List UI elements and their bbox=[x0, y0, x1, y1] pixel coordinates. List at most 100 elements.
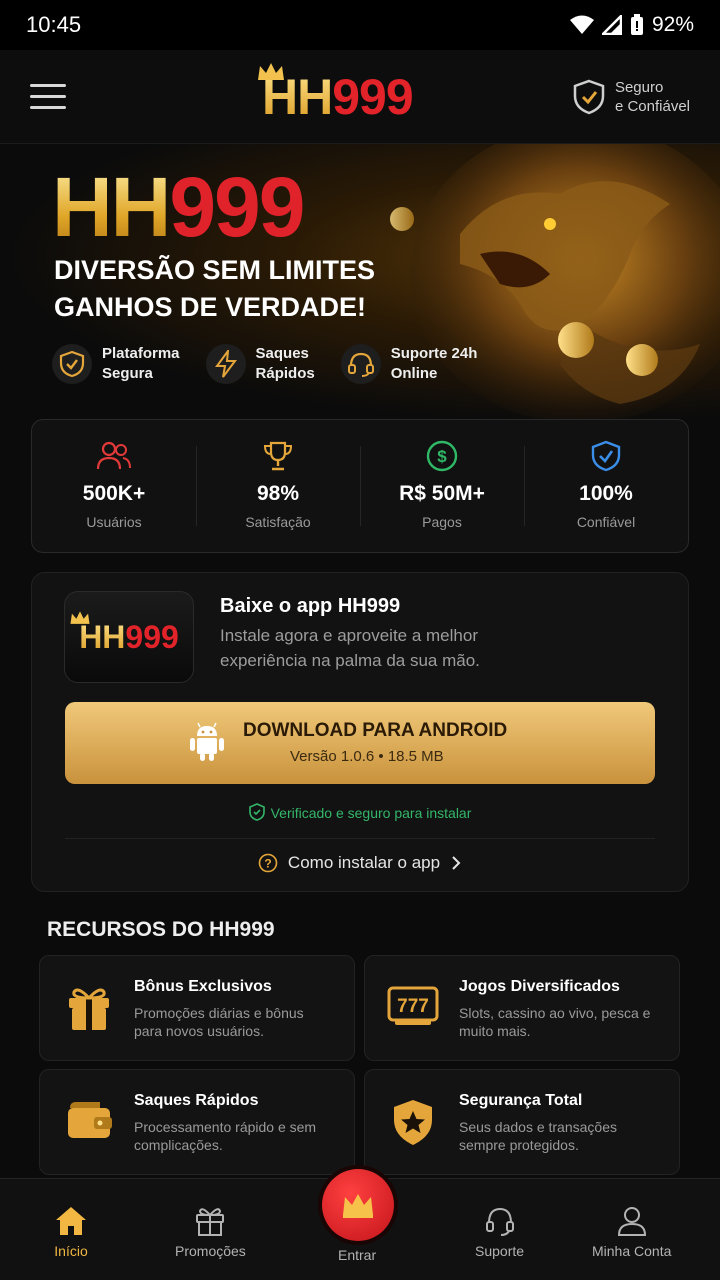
hero-features: Plataforma Segura Saques Rápidos Suporte 2… bbox=[52, 344, 477, 384]
stat-label: Satisfação bbox=[245, 514, 311, 530]
center-login-button[interactable] bbox=[322, 1169, 394, 1241]
verified-text: Verificado e seguro para instalar bbox=[270, 805, 472, 821]
hero-title: HH999 bbox=[52, 160, 305, 254]
users-icon bbox=[96, 441, 131, 470]
shield-icon bbox=[591, 440, 621, 472]
feature-desc: Slots, cassino ao vivo, pesca e muito ma… bbox=[459, 1005, 651, 1039]
download-label: DOWNLOAD PARA ANDROID bbox=[243, 720, 508, 741]
lightning-icon bbox=[205, 344, 246, 384]
verified-note: Verificado e seguro para instalar bbox=[32, 803, 688, 821]
app-description: Instale agora e aproveite a melhor exper… bbox=[220, 626, 480, 670]
features-section-title: RECURSOS DO HH999 bbox=[47, 918, 275, 941]
wifi-icon bbox=[569, 15, 594, 34]
feature-desc: Processamento rápido e sem complicações. bbox=[134, 1119, 317, 1153]
help-icon: ? bbox=[258, 853, 278, 873]
user-icon bbox=[617, 1207, 646, 1236]
battery-percent: 92% bbox=[651, 13, 694, 36]
nav-label: Minha Conta bbox=[592, 1243, 672, 1259]
download-version: Versão 1.0.6 • 18.5 MB bbox=[290, 748, 444, 765]
home-icon bbox=[56, 1207, 86, 1235]
hero-title-hh: HH bbox=[52, 160, 171, 254]
stat-satisfaction: 98% Satisfação bbox=[196, 420, 360, 552]
feature-card-bonus[interactable]: Bônus Exclusivos Promoções diárias e bôn… bbox=[39, 955, 355, 1061]
feature-line2: Rápidos bbox=[255, 365, 315, 382]
stat-label: Pagos bbox=[422, 514, 462, 530]
gift-icon bbox=[69, 988, 109, 1030]
app-icon: HH 999 bbox=[64, 591, 194, 683]
trophy-icon bbox=[263, 441, 293, 471]
nav-home[interactable]: Início bbox=[54, 1205, 88, 1259]
headset-icon bbox=[340, 344, 381, 384]
stat-value: 100% bbox=[579, 482, 633, 505]
hero-title-999: 999 bbox=[169, 160, 305, 254]
crown-icon bbox=[258, 63, 284, 80]
svg-text:$: $ bbox=[437, 447, 447, 466]
feature-line2: Online bbox=[390, 365, 438, 382]
secure-badge: Seguro e Confiável bbox=[573, 78, 690, 116]
how-to-install-link[interactable]: ? Como instalar o app bbox=[32, 853, 688, 873]
crown-icon bbox=[70, 611, 90, 624]
app-icon-999: 999 bbox=[125, 618, 179, 655]
nav-label: Entrar bbox=[338, 1247, 377, 1263]
shield-star-icon bbox=[394, 1100, 432, 1145]
svg-text:?: ? bbox=[264, 857, 271, 871]
nav-login[interactable]: Entrar bbox=[338, 1241, 376, 1263]
feature-line1: Saques bbox=[255, 345, 309, 362]
wallet-icon bbox=[68, 1102, 112, 1138]
shield-check-icon bbox=[248, 803, 265, 821]
feature-line2: Segura bbox=[102, 365, 153, 382]
stat-value: 500K+ bbox=[82, 482, 146, 505]
stat-value: R$ 50M+ bbox=[399, 482, 485, 505]
stat-label: Confiável bbox=[576, 514, 636, 530]
feature-line1: Plataforma bbox=[102, 345, 180, 362]
hero-banner: HH999 DIVERSÃO SEM LIMITES GANHOS DE VER… bbox=[0, 144, 720, 424]
hero-feature-secure: Plataforma Segura bbox=[52, 344, 180, 384]
hero-tagline: DIVERSÃO SEM LIMITES GANHOS DE VERDADE! bbox=[54, 252, 375, 326]
stat-users: 500K+ Usuários bbox=[32, 420, 196, 552]
feature-card-withdraw[interactable]: Saques Rápidos Processamento rápido e se… bbox=[39, 1069, 355, 1175]
menu-button[interactable] bbox=[30, 84, 66, 112]
svg-text:777: 777 bbox=[397, 996, 429, 1017]
nav-label: Suporte bbox=[475, 1243, 525, 1259]
brand-logo[interactable]: HH999 bbox=[258, 63, 414, 128]
nav-account[interactable]: Minha Conta bbox=[592, 1205, 671, 1259]
android-icon bbox=[190, 722, 224, 761]
logo-999: 999 bbox=[332, 69, 413, 125]
chevron-right-icon bbox=[452, 856, 461, 870]
feature-desc: Promoções diárias e bônus para novos usu… bbox=[134, 1005, 304, 1039]
hero-feature-withdraw: Saques Rápidos bbox=[205, 344, 315, 384]
battery-icon bbox=[630, 14, 643, 35]
feature-card-security[interactable]: Segurança Total Seus dados e transações … bbox=[364, 1069, 680, 1175]
stat-reliable: 100% Confiável bbox=[524, 420, 688, 552]
hero-feature-support: Suporte 24h Online bbox=[340, 344, 478, 384]
feature-title: Jogos Diversificados bbox=[459, 978, 620, 995]
signal-icon bbox=[601, 15, 622, 35]
app-header: HH999 Seguro e Confiável bbox=[0, 50, 720, 144]
feature-card-games[interactable]: 777 Jogos Diversificados Slots, cassino … bbox=[364, 955, 680, 1061]
headset-icon bbox=[485, 1207, 514, 1236]
shield-check-icon bbox=[52, 344, 92, 384]
tagline-line2: GANHOS DE VERDADE! bbox=[54, 292, 367, 322]
feature-title: Saques Rápidos bbox=[134, 1092, 259, 1109]
gift-icon bbox=[196, 1208, 225, 1236]
crown-icon bbox=[343, 1194, 373, 1218]
app-download-card: HH 999 Baixe o app HH999 Instale agora e … bbox=[31, 572, 689, 892]
divider bbox=[65, 838, 655, 839]
stats-panel: 500K+ Usuários 98% Satisfação $ R$ 50M+ … bbox=[31, 419, 689, 553]
nav-support[interactable]: Suporte bbox=[475, 1205, 524, 1259]
feature-desc: Seus dados e transações sempre protegido… bbox=[459, 1119, 617, 1153]
nav-promotions[interactable]: Promoções bbox=[175, 1205, 246, 1259]
feature-line1: Suporte 24h bbox=[390, 345, 478, 362]
secure-line2: e Confiável bbox=[614, 98, 690, 115]
stat-label: Usuários bbox=[86, 514, 142, 530]
status-time: 10:45 bbox=[26, 12, 82, 37]
stat-paid: $ R$ 50M+ Pagos bbox=[360, 420, 524, 552]
stat-value: 98% bbox=[256, 482, 300, 505]
secure-line1: Seguro bbox=[614, 79, 664, 96]
feature-title: Segurança Total bbox=[459, 1092, 583, 1109]
status-icons: 92% bbox=[569, 13, 694, 37]
slot-777-icon: 777 bbox=[387, 986, 439, 1025]
tagline-line1: DIVERSÃO SEM LIMITES bbox=[54, 255, 376, 285]
download-android-button[interactable]: DOWNLOAD PARA ANDROID Versão 1.0.6 • 18.… bbox=[65, 702, 655, 784]
status-bar: 10:45 92% bbox=[0, 0, 720, 50]
